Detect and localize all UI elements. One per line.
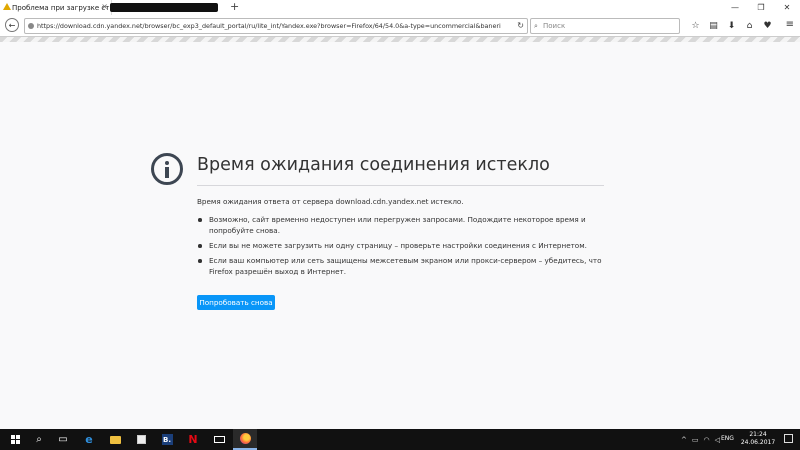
loading-stripe: [0, 37, 800, 42]
warning-icon: [3, 3, 11, 10]
windows-logo-icon: [10, 435, 20, 444]
reload-icon[interactable]: ↻: [517, 19, 524, 33]
new-tab-button[interactable]: +: [230, 1, 239, 13]
tab-title: Проблема при загрузке ст: [12, 3, 110, 12]
retry-button[interactable]: Попробовать снова: [197, 295, 275, 310]
taskbar: ⌕ ▭ e B. N ^ ▭ ◠ ◁ ENG 21:24 24.06.2017: [0, 429, 800, 450]
toolbar-buttons: ☆ ▤ ⬇ ⌂ ♥: [688, 19, 775, 33]
language-indicator[interactable]: ENG: [721, 435, 734, 442]
search-placeholder: Поиск: [543, 22, 566, 30]
close-window-icon[interactable]: ✕: [774, 0, 800, 15]
tab-active[interactable]: Проблема при загрузке ст ×: [0, 0, 112, 15]
back-button[interactable]: ←: [5, 18, 19, 32]
notifications-icon[interactable]: [784, 434, 793, 443]
tab-bar: Проблема при загрузке ст × + — ❐ ✕: [0, 0, 800, 15]
window-controls: — ❐ ✕: [722, 0, 800, 15]
clock-date: 24.06.2017: [740, 439, 776, 446]
start-button[interactable]: [3, 429, 27, 450]
error-suggestions: Возможно, сайт временно недоступен или п…: [197, 214, 607, 281]
bookmark-star-icon[interactable]: ☆: [688, 19, 703, 33]
url-bar[interactable]: https://download.cdn.yandex.net/browser/…: [24, 18, 528, 34]
library-icon[interactable]: ▤: [706, 19, 721, 33]
minimize-icon[interactable]: —: [722, 0, 748, 15]
maximize-icon[interactable]: ❐: [748, 0, 774, 15]
edge-icon[interactable]: e: [77, 429, 101, 450]
volume-icon[interactable]: ◁: [715, 436, 720, 444]
booking-icon[interactable]: B.: [155, 429, 179, 450]
mail-icon[interactable]: [207, 429, 231, 450]
error-description: Время ожидания ответа от сервера downloa…: [197, 197, 464, 206]
suggestion-item: Возможно, сайт временно недоступен или п…: [197, 214, 607, 236]
divider: [197, 185, 604, 186]
suggestion-item: Если ваш компьютер или сеть защищены меж…: [197, 255, 607, 277]
redacted-tab: [110, 3, 218, 12]
system-tray: ^ ▭ ◠ ◁: [681, 429, 720, 450]
clock[interactable]: 21:24 24.06.2017: [738, 431, 778, 447]
suggestion-item: Если вы не можете загрузить ни одну стра…: [197, 240, 607, 251]
menu-icon[interactable]: ≡: [786, 19, 794, 30]
error-title: Время ожидания соединения истекло: [197, 155, 550, 175]
navigation-bar: ← https://download.cdn.yandex.net/browse…: [0, 15, 800, 37]
home-icon[interactable]: ⌂: [742, 19, 757, 33]
search-input[interactable]: ⌕ Поиск: [530, 18, 680, 34]
clock-time: 21:24: [749, 431, 767, 438]
close-tab-icon[interactable]: ×: [101, 2, 108, 11]
search-taskbar-icon[interactable]: ⌕: [27, 429, 51, 450]
url-text: https://download.cdn.yandex.net/browser/…: [37, 22, 501, 30]
netflix-icon[interactable]: N: [181, 429, 205, 450]
download-icon[interactable]: ⬇: [724, 19, 739, 33]
search-icon: ⌕: [534, 22, 538, 30]
battery-icon[interactable]: ▭: [692, 436, 699, 444]
firefox-icon[interactable]: [233, 429, 257, 450]
file-explorer-icon[interactable]: [103, 429, 127, 450]
info-icon[interactable]: [28, 23, 34, 29]
show-hidden-icon[interactable]: ^: [681, 436, 687, 444]
info-circle-icon: [151, 153, 183, 185]
store-icon[interactable]: [129, 429, 153, 450]
wifi-icon[interactable]: ◠: [704, 436, 710, 444]
pocket-icon[interactable]: ♥: [760, 19, 775, 33]
task-view-icon[interactable]: ▭: [51, 429, 75, 450]
